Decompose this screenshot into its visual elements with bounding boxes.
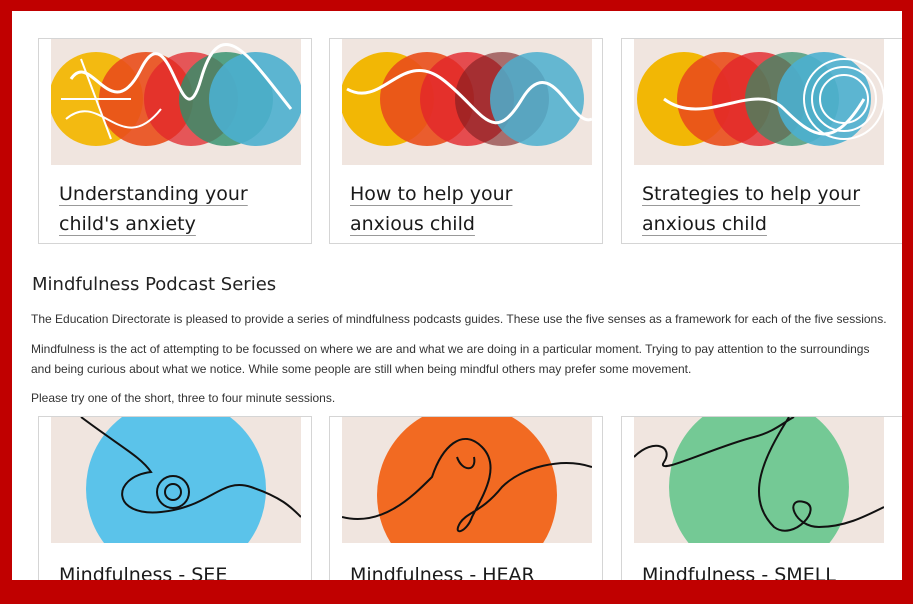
eye-icon — [80, 417, 301, 543]
nose-illustration — [634, 417, 884, 543]
red-frame: Understanding your child's anxiety How t… — [0, 0, 913, 604]
ear-illustration — [342, 417, 592, 543]
card-strategies-anxious-child[interactable]: Strategies to help your anxious child — [621, 38, 902, 244]
circles-illustration-2 — [342, 52, 592, 146]
page-viewport: Understanding your child's anxiety How t… — [12, 11, 902, 580]
overlapping-circles-image — [634, 39, 884, 165]
podcast-title[interactable]: Mindfulness - SEE — [59, 561, 227, 580]
podcast-title[interactable]: Mindfulness - SMELL — [642, 561, 836, 580]
eye-illustration — [51, 417, 301, 543]
overlapping-circles-image — [342, 39, 592, 165]
card-title-link[interactable]: Understanding your child's anxiety — [59, 179, 299, 239]
instruction-paragraph: Please try one of the short, three to fo… — [31, 391, 336, 405]
card-understanding-anxiety[interactable]: Understanding your child's anxiety — [38, 38, 312, 244]
section-heading: Mindfulness Podcast Series — [32, 274, 277, 295]
podcast-card-see[interactable]: Mindfulness - SEE — [38, 416, 312, 580]
podcast-card-hear[interactable]: Mindfulness - HEAR — [329, 416, 603, 580]
mindfulness-description: Mindfulness is the act of attempting to … — [31, 342, 870, 376]
podcast-title[interactable]: Mindfulness - HEAR — [350, 561, 535, 580]
ear-icon — [342, 417, 592, 543]
overlapping-circles-image — [51, 39, 301, 165]
podcast-card-smell[interactable]: Mindfulness - SMELL — [621, 416, 902, 580]
card-help-anxious-child[interactable]: How to help your anxious child — [329, 38, 603, 244]
nose-icon — [634, 417, 884, 543]
circles-illustration-3 — [637, 52, 884, 146]
card-title-link[interactable]: Strategies to help your anxious child — [642, 179, 882, 239]
card-title-link[interactable]: How to help your anxious child — [350, 179, 590, 239]
circles-illustration-1 — [51, 42, 301, 146]
intro-paragraph: The Education Directorate is pleased to … — [31, 312, 887, 326]
